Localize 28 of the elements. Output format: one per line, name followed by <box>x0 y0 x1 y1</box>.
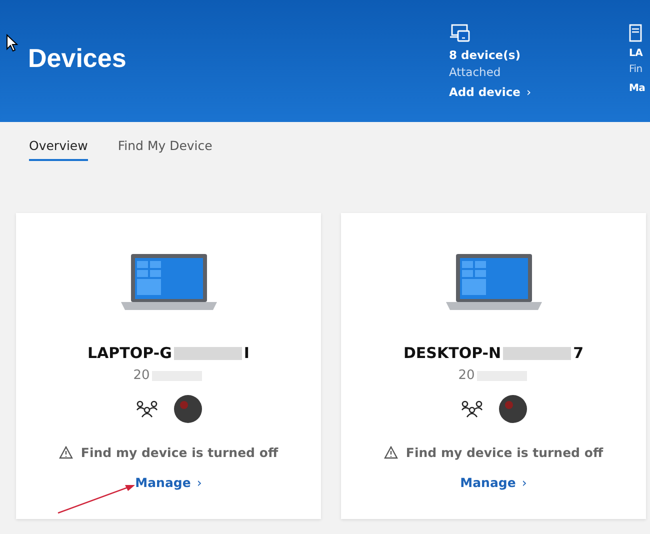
stat-link[interactable]: Ma <box>629 83 646 94</box>
warning-icon <box>384 446 398 459</box>
computer-icon <box>629 24 642 42</box>
device-name: DESKTOP-N 7 <box>403 344 584 362</box>
stat-count: 8 device(s) <box>449 48 522 62</box>
family-icon <box>136 400 158 418</box>
device-serial: 20 <box>133 368 204 383</box>
stat-label: Attached <box>449 65 502 79</box>
manage-link[interactable]: Manage › <box>135 475 202 490</box>
stat-count: LA <box>629 48 644 59</box>
avatar <box>174 395 202 423</box>
stat-label: Fin <box>629 64 644 75</box>
tab[interactable]: Overview <box>29 138 88 161</box>
warning-icon <box>58 446 73 459</box>
status-message: Find my device is turned off <box>58 445 278 460</box>
manage-link[interactable]: Manage › <box>460 475 527 490</box>
devices-icon <box>449 24 471 42</box>
family-icon <box>460 400 482 418</box>
status-message: Find my device is turned off <box>384 445 604 460</box>
avatar <box>498 395 526 423</box>
tab[interactable]: Find My Device <box>118 138 212 161</box>
device-serial: 20 <box>458 368 529 383</box>
laptop-icon <box>446 253 542 311</box>
stat-link[interactable]: Add device › <box>449 85 532 99</box>
mouse-pointer-icon <box>6 34 18 52</box>
laptop-icon <box>120 253 216 311</box>
device-name: LAPTOP-G I <box>87 344 250 362</box>
page-title: Devices <box>28 43 126 74</box>
